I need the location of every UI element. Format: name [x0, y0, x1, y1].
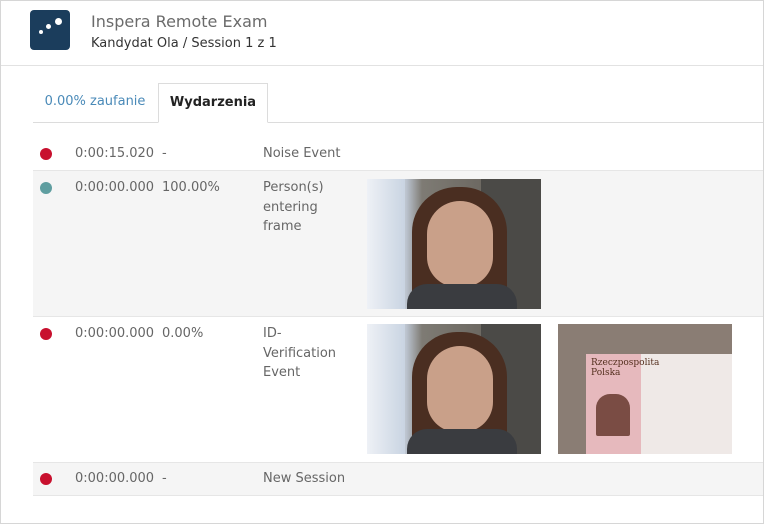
event-confidence: 0.00% — [162, 326, 204, 341]
status-dot-icon — [40, 148, 52, 160]
event-time: 0:00:15.020 — [75, 146, 155, 161]
tab-bar: 0.00% zaufanie Wydarzenia — [33, 83, 763, 123]
status-dot-icon — [40, 473, 52, 485]
inspera-logo-icon — [30, 10, 70, 50]
event-row[interactable]: 0:00:15.020 - Noise Event — [33, 138, 763, 171]
event-name: Person(s) entering frame — [263, 180, 324, 234]
event-name: Noise Event — [263, 146, 341, 161]
webcam-snapshot[interactable] — [367, 179, 541, 309]
event-confidence: - — [162, 146, 167, 161]
event-name: New Session — [263, 471, 346, 486]
event-time: 0:00:00.000 — [75, 471, 155, 486]
event-confidence: - — [162, 471, 167, 486]
event-confidence: 100.00% — [162, 180, 220, 195]
header: Inspera Remote Exam Kandydat Ola / Sessi… — [1, 1, 763, 66]
event-time: 0:00:00.000 — [75, 326, 155, 341]
status-dot-icon — [40, 328, 52, 340]
webcam-snapshot[interactable] — [367, 324, 541, 454]
event-row[interactable]: 0:00:00.000 100.00% Person(s) entering f… — [33, 171, 763, 317]
event-name: ID-Verification Event — [263, 326, 337, 380]
app-window: Inspera Remote Exam Kandydat Ola / Sessi… — [0, 0, 764, 524]
app-title: Inspera Remote Exam — [91, 12, 268, 31]
event-time: 0:00:00.000 — [75, 180, 155, 195]
session-breadcrumb: Kandydat Ola / Session 1 z 1 — [91, 36, 277, 51]
tab-events[interactable]: Wydarzenia — [158, 83, 268, 123]
id-card-snapshot[interactable]: Rzeczpospolita Polska — [558, 324, 732, 454]
id-card-text: Rzeczpospolita Polska — [591, 358, 660, 378]
event-row[interactable]: 0:00:00.000 0.00% ID-Verification Event … — [33, 317, 763, 463]
status-dot-icon — [40, 182, 52, 194]
event-row[interactable]: 0:00:00.000 - New Session — [33, 463, 763, 496]
tab-confidence[interactable]: 0.00% zaufanie — [33, 83, 157, 121]
